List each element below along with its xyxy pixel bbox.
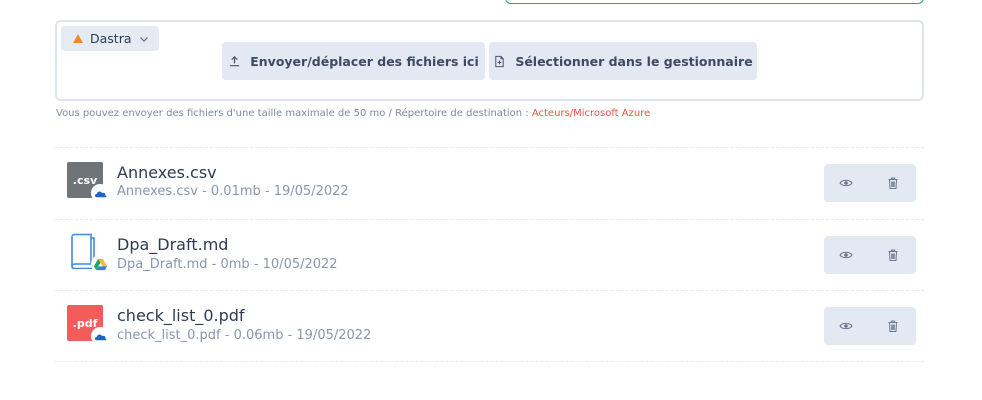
- eye-icon: [839, 251, 853, 259]
- file-add-icon: [495, 55, 505, 67]
- upload-help-text: Vous pouvez envoyer des fichiers d'une t…: [56, 108, 650, 119]
- select-from-manager-label: Sélectionner dans le gestionnaire: [515, 53, 753, 69]
- file-actions: [824, 164, 916, 202]
- source-label: Dastra: [90, 31, 132, 46]
- file-name[interactable]: Dpa_Draft.md: [117, 235, 228, 254]
- chevron-down-icon: [139, 36, 148, 42]
- file-meta: Annexes.csv - 0.01mb - 19/05/2022: [117, 184, 349, 199]
- upload-icon: [230, 55, 240, 66]
- file-meta: Dpa_Draft.md - 0mb - 10/05/2022: [117, 257, 338, 272]
- upload-files-label: Envoyer/déplacer des fichiers ici: [250, 53, 479, 69]
- file-name[interactable]: check_list_0.pdf: [117, 306, 245, 325]
- trash-icon: [888, 177, 898, 189]
- file-name[interactable]: Annexes.csv: [117, 163, 217, 182]
- trash-icon: [888, 249, 898, 261]
- delete-file-button[interactable]: [885, 175, 901, 191]
- select-from-manager-button[interactable]: Sélectionner dans le gestionnaire: [489, 42, 757, 80]
- view-file-button[interactable]: [838, 318, 854, 334]
- file-actions: [824, 307, 916, 345]
- upload-dropzone[interactable]: Dastra Envoyer/déplacer des fichiers ici…: [55, 20, 924, 101]
- onedrive-icon: [91, 327, 109, 345]
- eye-icon: [839, 179, 853, 187]
- file-meta: check_list_0.pdf - 0.06mb - 19/05/2022: [117, 328, 372, 343]
- google-drive-icon: [91, 255, 109, 273]
- file-actions: [824, 236, 916, 274]
- delete-file-button[interactable]: [885, 318, 901, 334]
- delete-file-button[interactable]: [885, 247, 901, 263]
- source-selector[interactable]: Dastra: [61, 26, 159, 51]
- onedrive-icon: [91, 184, 109, 202]
- view-file-button[interactable]: [838, 175, 854, 191]
- view-file-button[interactable]: [838, 247, 854, 263]
- csv-file-icon: .csv: [67, 162, 109, 202]
- eye-icon: [839, 322, 853, 330]
- divider: [55, 361, 924, 362]
- help-text: Vous pouvez envoyer des fichiers d'une t…: [56, 108, 532, 119]
- file-row: Dpa_Draft.md Dpa_Draft.md - 0mb - 10/05/…: [55, 219, 924, 291]
- book-file-icon: [67, 233, 109, 273]
- pdf-file-icon: .pdf: [67, 305, 109, 345]
- top-input-field[interactable]: [505, 0, 924, 4]
- trash-icon: [888, 320, 898, 332]
- file-row: .pdf check_list_0.pdf check_list_0.pdf -…: [55, 290, 924, 362]
- file-row: .csv Annexes.csv Annexes.csv - 0.01mb - …: [55, 147, 924, 219]
- upload-files-button[interactable]: Envoyer/déplacer des fichiers ici: [222, 42, 485, 80]
- destination-folder: Acteurs/Microsoft Azure: [531, 108, 651, 119]
- dastra-triangle-icon: [73, 34, 83, 43]
